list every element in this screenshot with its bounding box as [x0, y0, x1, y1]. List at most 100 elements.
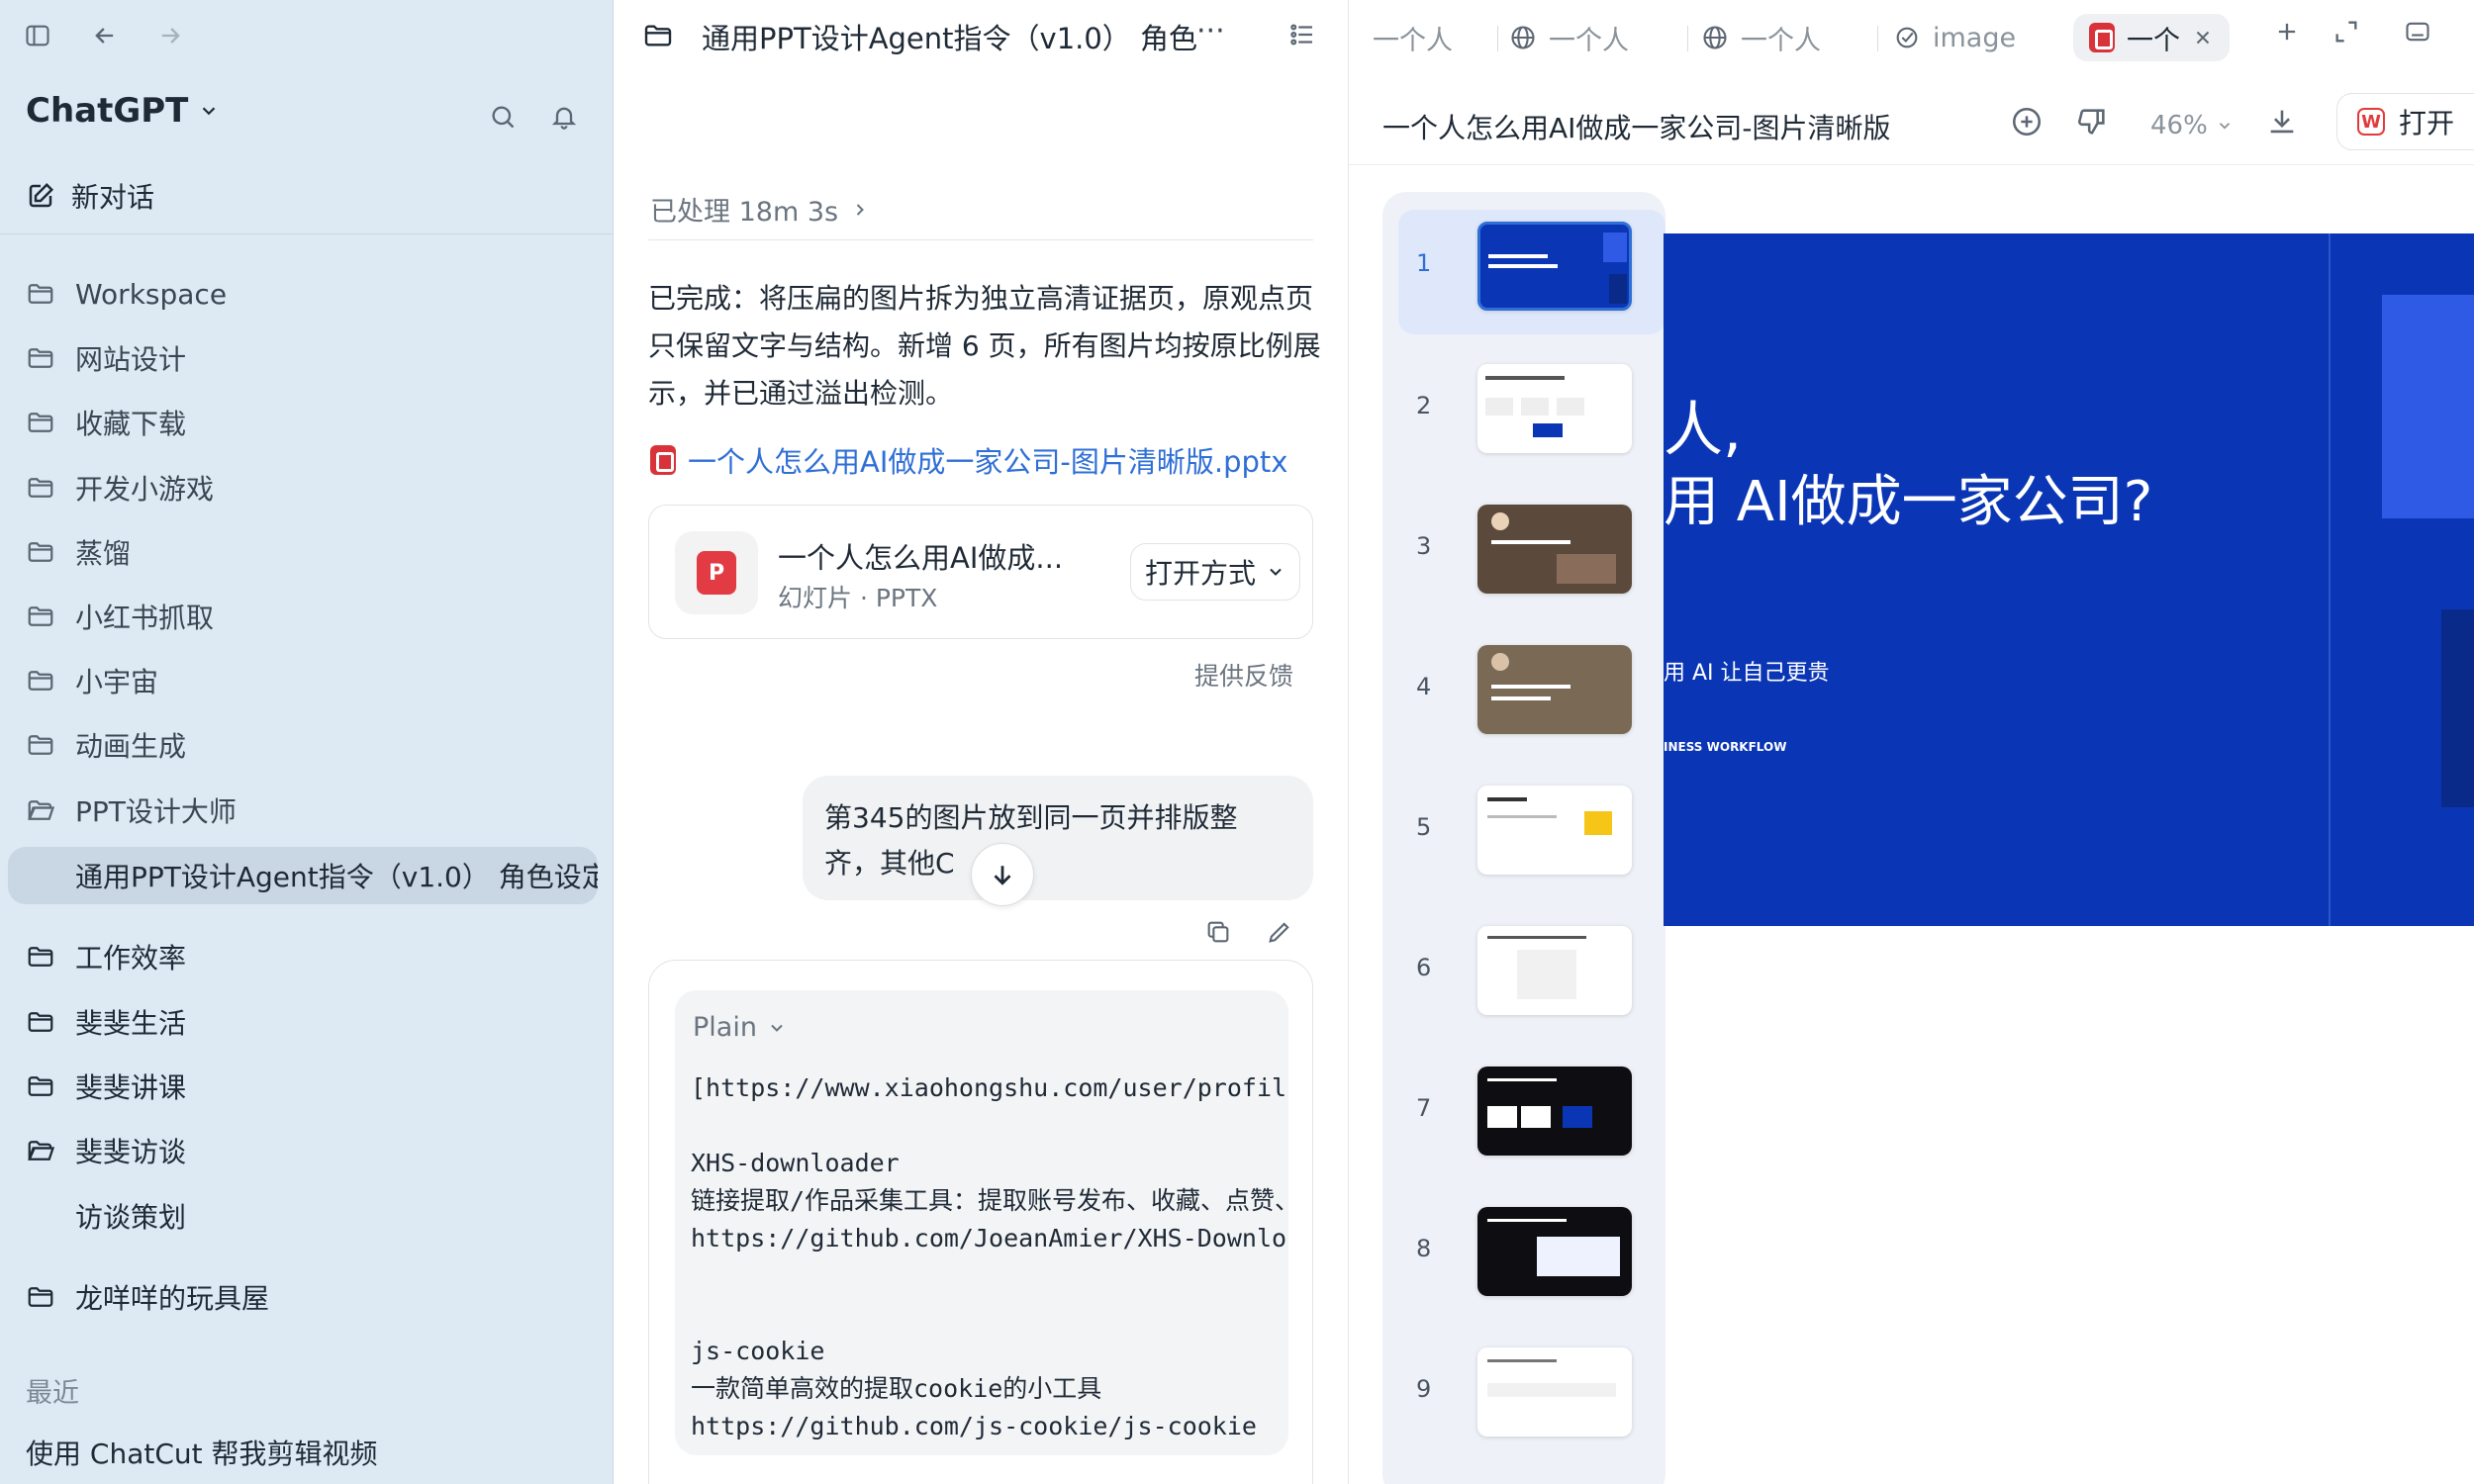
slide-number: 6	[1416, 954, 1432, 981]
sidebar-recent-item[interactable]: 使用 ChatCut 帮我剪辑视频	[26, 1433, 378, 1472]
sidebar-chat-general-ppt-agent[interactable]: 通用PPT设计Agent指令（v1.0） 角色设定	[8, 847, 598, 904]
slide-thumbnail-2[interactable]: 2	[1382, 352, 1665, 477]
slide-number: 1	[1416, 249, 1432, 277]
sidebar-project-work-efficiency[interactable]: 工作效率	[0, 928, 614, 985]
outline-list-icon[interactable]	[1287, 20, 1317, 53]
file-link-label: 一个人怎么用AI做成一家公司-图片清晰版.pptx	[688, 445, 1288, 479]
new-tab-plus-icon[interactable]	[2273, 18, 2301, 49]
scroll-to-bottom-button[interactable]	[971, 843, 1034, 906]
assistant-message: 已完成：将压扁的图片拆为独立高清证据页，原观点页只保留文字与结构。新增 6 页，…	[648, 282, 1321, 410]
code-language-label: Plain	[693, 1012, 757, 1043]
sidebar-project-workspace[interactable]: Workspace	[0, 265, 614, 323]
open-with-label: 打开方式	[1144, 557, 1256, 590]
code-line: XHS-downloader	[691, 1149, 900, 1177]
new-chat-button[interactable]: 新对话	[26, 176, 154, 216]
sidebar-project-xiaoyuzhou[interactable]: 小宇宙	[0, 652, 614, 709]
file-link[interactable]: 一个人怎么用AI做成一家公司-图片清晰版.pptx	[650, 439, 1287, 481]
sidebar-chat-interview-plan[interactable]: 访谈策划	[0, 1187, 614, 1245]
add-comment-icon[interactable]	[2010, 105, 2044, 142]
sidebar-project-feifei-interview[interactable]: 斐斐访谈	[0, 1122, 614, 1179]
slide-thumbnail-4[interactable]: 4	[1382, 633, 1665, 758]
code-line: 一款简单高效的提取cookie的小工具	[691, 1374, 1102, 1403]
code-line: js-cookie	[691, 1337, 825, 1365]
chevron-right-icon	[856, 203, 864, 216]
slide-decor-line	[2329, 233, 2331, 926]
processed-toggle[interactable]: 已处理 18m 3s	[650, 190, 870, 229]
thumbs-down-icon[interactable]	[2075, 105, 2109, 142]
file-card-type: 幻灯片 · PPTX	[778, 584, 938, 612]
download-icon[interactable]	[2265, 105, 2299, 142]
slide-thumbnail-8[interactable]: 8	[1382, 1195, 1665, 1320]
file-card[interactable]: P 一个人怎么用AI做成... 幻灯片 · PPTX 打开方式	[648, 505, 1313, 639]
file-card-name: 一个人怎么用AI做成...	[778, 541, 1064, 575]
sidebar-project-distill[interactable]: 蒸馏	[0, 523, 614, 581]
folder-icon	[28, 1076, 53, 1096]
tab-doc-3[interactable]: 一个人	[1701, 14, 1821, 61]
folder-icon	[642, 20, 674, 55]
close-icon[interactable]	[2192, 27, 2214, 48]
sidebar-item-label: 动画生成	[75, 730, 187, 763]
slide-preview	[1477, 1067, 1632, 1156]
folder-icon	[28, 671, 53, 691]
sidebar-item-label: 小宇宙	[75, 666, 159, 698]
tab-image[interactable]: image	[1893, 14, 2016, 61]
sidebar-item-label: 访谈策划	[75, 1201, 187, 1234]
tab-current-pptx[interactable]: 一个	[2073, 14, 2230, 61]
sidebar-project-xhs-scrape[interactable]: 小红书抓取	[0, 588, 614, 645]
tab-separator	[1687, 26, 1688, 51]
brand-menu[interactable]: ChatGPT	[26, 91, 220, 131]
current-slide-canvas[interactable]: 人, 用 AI做成一家公司? 用 AI 让自己更贵 INESS WORKFLOW	[1664, 233, 2474, 926]
sidebar-item-label: 小红书抓取	[75, 602, 215, 634]
folder-icon	[28, 1012, 53, 1032]
pptx-file-icon	[650, 445, 676, 475]
open-with-button[interactable]: 打开方式	[1130, 543, 1300, 601]
slide-thumbnail-3[interactable]: 3	[1382, 493, 1665, 617]
sidebar-project-mini-games[interactable]: 开发小游戏	[0, 459, 614, 516]
sidebar-item-label: 斐斐讲课	[75, 1071, 187, 1104]
chat-header: 通用PPT设计Agent指令（v1.0） 角色 ···	[615, 0, 1347, 73]
bell-icon[interactable]	[544, 97, 584, 137]
open-in-app-button[interactable]: W 打开	[2336, 93, 2474, 150]
compose-icon	[29, 182, 54, 208]
expand-icon[interactable]	[2332, 18, 2360, 49]
tab-doc-2[interactable]: 一个人	[1509, 14, 1629, 61]
feedback-link[interactable]: 提供反馈	[1194, 657, 1293, 693]
slide-number: 2	[1416, 392, 1432, 419]
sidebar-item-label: 网站设计	[75, 343, 187, 376]
sidebar-toolbar	[0, 0, 614, 69]
sidebar-item-label: Workspace	[75, 277, 228, 311]
zoom-selector[interactable]: 46%	[2150, 111, 2234, 140]
slide-thumbnail-1[interactable]: 1	[1398, 210, 1665, 334]
folder-icon	[28, 413, 53, 432]
tab-separator	[1877, 26, 1878, 51]
slide-thumbnail-7[interactable]: 7	[1382, 1055, 1665, 1179]
sidebar-project-toy-house[interactable]: 龙咩咩的玩具屋	[0, 1268, 614, 1326]
more-options-button[interactable]: ···	[1196, 14, 1225, 48]
sidebar-project-website-design[interactable]: 网站设计	[0, 329, 614, 387]
slide-preview	[1477, 364, 1632, 453]
slide-thumbnail-6[interactable]: 6	[1382, 914, 1665, 1039]
code-language-selector[interactable]: Plain	[693, 1012, 787, 1043]
sidebar-toggle-icon[interactable]	[18, 16, 57, 55]
chat-title[interactable]: 通用PPT设计Agent指令（v1.0） 角色	[702, 16, 1216, 57]
slide-thumbnail-5[interactable]: 5	[1382, 774, 1665, 898]
forward-arrow-icon[interactable]	[150, 16, 190, 55]
document-viewer: 一个人 一个人 一个人 image 一个 一个人怎么用AI做成一家公司-图片清晰…	[1348, 0, 2474, 1484]
panel-toggle-icon[interactable]	[2404, 18, 2431, 49]
slide-number: 4	[1416, 673, 1432, 700]
edit-pencil-icon[interactable]	[1266, 918, 1293, 946]
tab-doc-1[interactable]: 一个人	[1373, 14, 1453, 61]
sidebar-project-ppt-master[interactable]: PPT设计大师	[0, 782, 614, 839]
sidebar-project-animation[interactable]: 动画生成	[0, 716, 614, 774]
copy-icon[interactable]	[1204, 918, 1232, 946]
sidebar-project-favorites-download[interactable]: 收藏下载	[0, 394, 614, 451]
slide-thumbnail-9[interactable]: 9	[1382, 1336, 1665, 1460]
sidebar-project-feifei-lecture[interactable]: 斐斐讲课	[0, 1058, 614, 1115]
composer[interactable]: Plain [https://www.xiaohongshu.com/user/…	[648, 960, 1313, 1484]
search-icon[interactable]	[483, 97, 523, 137]
sidebar-project-feifei-life[interactable]: 斐斐生活	[0, 993, 614, 1051]
slide-preview	[1477, 786, 1632, 875]
sidebar-section-recent: 最近	[26, 1378, 79, 1409]
back-arrow-icon[interactable]	[85, 16, 125, 55]
